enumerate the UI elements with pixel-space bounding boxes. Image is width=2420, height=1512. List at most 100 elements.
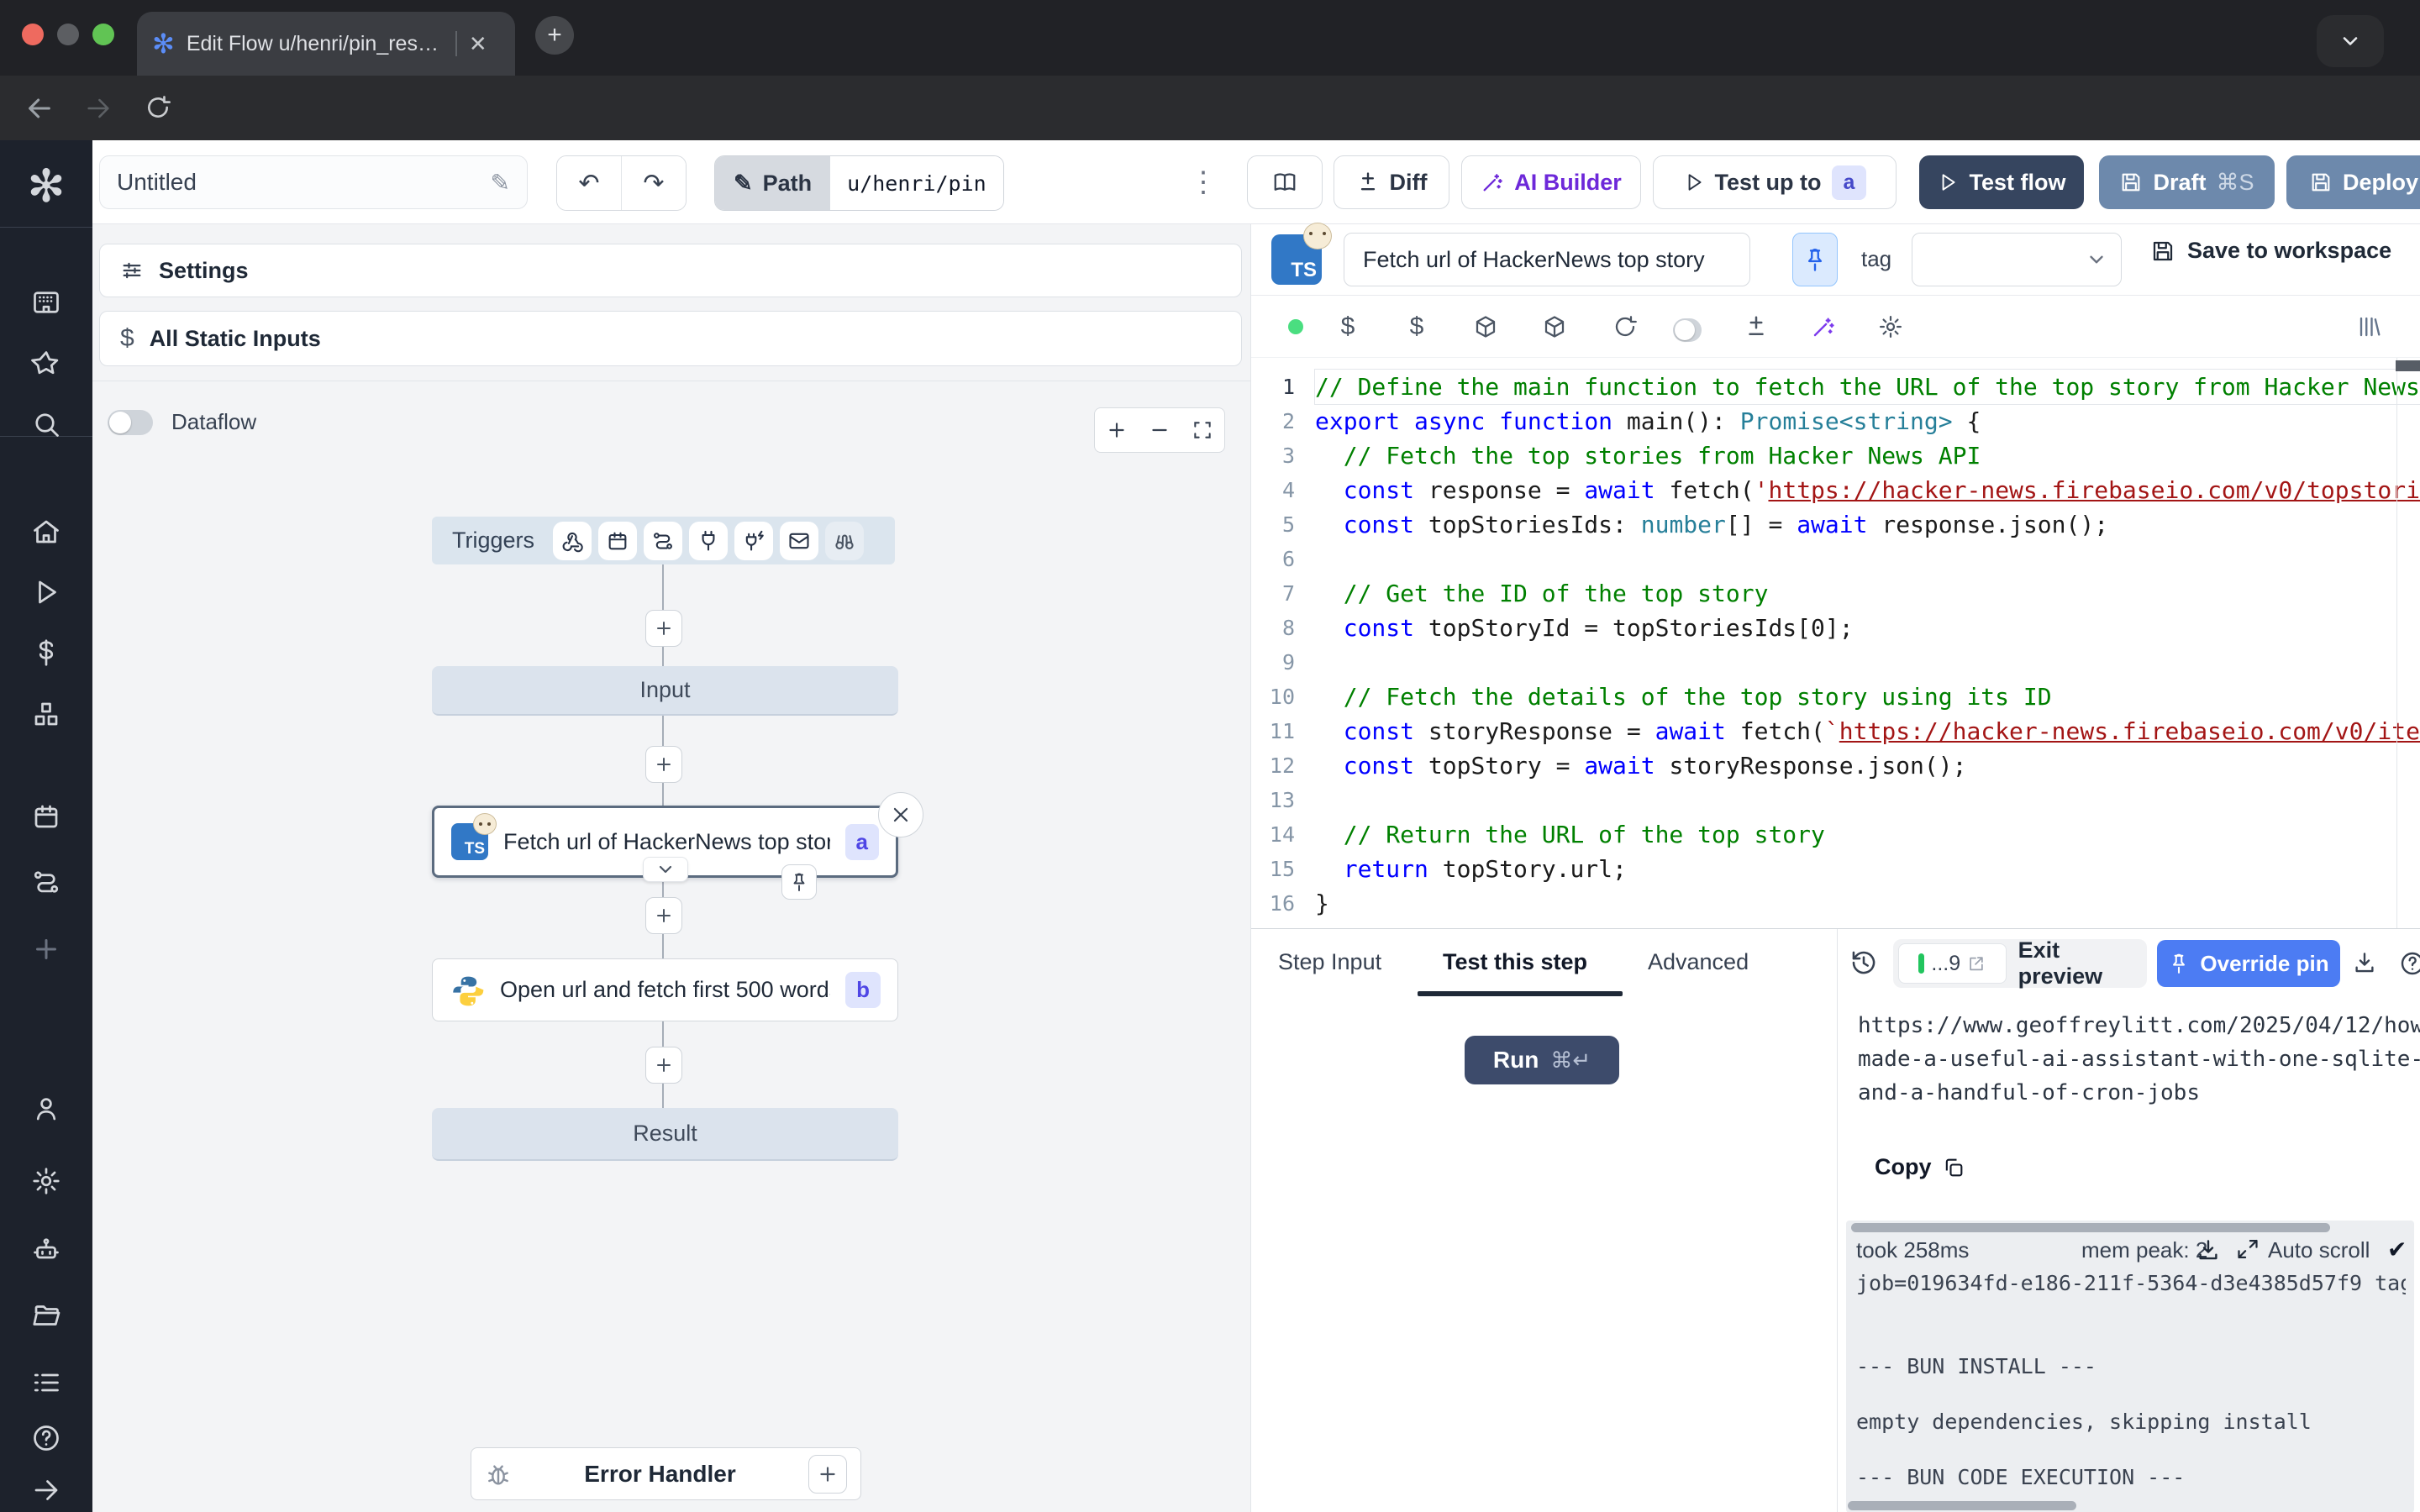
history-icon[interactable] xyxy=(1849,948,1878,977)
code-line[interactable]: 5 const topStoriesIds: number[] = await … xyxy=(1251,507,2420,542)
tab-advanced[interactable]: Advanced xyxy=(1648,949,1749,975)
log-scrollbar-horizontal[interactable] xyxy=(1848,1501,2076,1510)
sidebar-item-search[interactable] xyxy=(28,406,65,443)
auto-scroll-checkbox[interactable]: ✔ xyxy=(2387,1236,2407,1263)
sidebar-item-variables[interactable] xyxy=(28,634,65,671)
sidebar-item-add[interactable] xyxy=(28,931,65,968)
editor-toggle[interactable] xyxy=(1673,316,1702,344)
code-line[interactable]: 1// Define the main function to fetch th… xyxy=(1251,370,2420,404)
result-node[interactable]: Result xyxy=(432,1108,898,1161)
code-line[interactable]: 6 xyxy=(1251,542,2420,576)
collapse-step-icon[interactable] xyxy=(643,857,688,882)
insert-step-button[interactable] xyxy=(645,1047,682,1084)
job-badge[interactable]: ...9 xyxy=(1898,943,2007,984)
exit-preview-button[interactable]: Exit preview xyxy=(2018,937,2147,990)
window-maximize-button[interactable] xyxy=(92,24,114,45)
library-icon[interactable] xyxy=(2355,312,2384,341)
webhook-trigger-icon[interactable] xyxy=(553,522,592,560)
sidebar-item-ai[interactable] xyxy=(28,1231,65,1268)
websocket-trigger-icon[interactable] xyxy=(689,522,728,560)
sidebar-item-favorites[interactable] xyxy=(28,345,65,382)
editor-settings-icon[interactable] xyxy=(1876,312,1905,341)
tag-select[interactable] xyxy=(1912,233,2122,286)
more-options-icon[interactable]: ⋮ xyxy=(1185,162,1222,202)
tab-step-input[interactable]: Step Input xyxy=(1278,949,1381,975)
route-trigger-icon[interactable] xyxy=(644,522,682,560)
sidebar-item-schedules[interactable] xyxy=(28,798,65,835)
reload-button[interactable] xyxy=(145,94,171,121)
resources-icon[interactable]: $ xyxy=(1402,312,1431,341)
redo-button[interactable]: ↷ xyxy=(621,156,686,210)
code-line[interactable]: 12 const topStory = await storyResponse.… xyxy=(1251,748,2420,783)
path-edit-button[interactable]: ✎Path xyxy=(715,156,830,210)
tab-test-this-step[interactable]: Test this step xyxy=(1443,949,1587,975)
info-icon[interactable] xyxy=(2399,950,2420,977)
code-line[interactable]: 8 const topStoryId = topStoriesIds[0]; xyxy=(1251,611,2420,645)
draft-button[interactable]: Draft⌘S xyxy=(2099,155,2275,209)
error-handler-node[interactable]: Error Handler xyxy=(471,1447,861,1500)
kafka-trigger-icon[interactable] xyxy=(734,522,773,560)
sidebar-item-settings[interactable] xyxy=(28,1163,65,1200)
test-flow-button[interactable]: Test flow xyxy=(1919,155,2084,209)
code-editor[interactable]: 1// Define the main function to fetch th… xyxy=(1251,357,2420,929)
code-line[interactable]: 9 xyxy=(1251,645,2420,680)
variables-icon[interactable]: $ xyxy=(1334,312,1362,341)
code-line[interactable]: 16} xyxy=(1251,886,2420,921)
sidebar-item-resources[interactable] xyxy=(28,696,65,732)
code-line[interactable]: 13 xyxy=(1251,783,2420,817)
run-button[interactable]: Run⌘↵ xyxy=(1465,1036,1619,1084)
input-node[interactable]: Input xyxy=(432,666,898,716)
flow-settings-row[interactable]: Settings xyxy=(99,244,1242,297)
package-icon[interactable] xyxy=(1471,312,1500,341)
log-expand-icon[interactable] xyxy=(2236,1237,2260,1261)
browser-tab[interactable]: ✻ Edit Flow u/henri/pin_results ✕ xyxy=(137,12,515,76)
window-close-button[interactable] xyxy=(22,24,44,45)
code-line[interactable]: 14 // Return the URL of the top story xyxy=(1251,817,2420,852)
external-link-icon[interactable] xyxy=(1967,954,1986,973)
code-line[interactable]: 10 // Fetch the details of the top story… xyxy=(1251,680,2420,714)
insert-step-button[interactable] xyxy=(645,746,682,783)
code-line[interactable]: 11 const storyResponse = await fetch(`ht… xyxy=(1251,714,2420,748)
sidebar-item-home[interactable] xyxy=(28,513,65,550)
code-line[interactable]: 3 // Fetch the top stories from Hacker N… xyxy=(1251,438,2420,473)
ai-builder-button[interactable]: AI Builder xyxy=(1461,155,1641,209)
sidebar-item-expand[interactable] xyxy=(28,1472,65,1509)
new-tab-button[interactable]: + xyxy=(535,16,574,55)
path-value[interactable]: u/henri/pin xyxy=(830,156,1003,210)
flow-step-b[interactable]: Open url and fetch first 500 words of ..… xyxy=(432,958,898,1021)
dataflow-toggle[interactable] xyxy=(108,410,153,435)
code-line[interactable]: 15 return topStory.url; xyxy=(1251,852,2420,886)
windmill-logo[interactable]: ✻ xyxy=(0,164,92,209)
test-up-to-button[interactable]: Test up toa xyxy=(1653,155,1897,209)
forward-button[interactable] xyxy=(84,94,113,123)
email-trigger-icon[interactable] xyxy=(780,522,818,560)
result-url[interactable]: https://www.geoffreylitt.com/2025/04/12/… xyxy=(1858,1009,2420,1110)
poll-trigger-icon[interactable] xyxy=(825,522,864,560)
save-to-workspace-button[interactable]: Save to workspace xyxy=(2150,238,2391,264)
sidebar-item-users[interactable] xyxy=(28,1090,65,1127)
package-icon[interactable] xyxy=(1540,312,1569,341)
copy-button[interactable]: Copy xyxy=(1875,1154,1965,1180)
sidebar-item-audit-logs[interactable] xyxy=(28,1364,65,1401)
tab-close-icon[interactable]: ✕ xyxy=(469,33,487,55)
sidebar-item-apps[interactable] xyxy=(28,284,65,321)
code-line[interactable]: 2export async function main(): Promise<s… xyxy=(1251,404,2420,438)
insert-step-button[interactable] xyxy=(645,610,682,647)
log-download-icon[interactable] xyxy=(2196,1237,2221,1263)
pinned-step-icon[interactable] xyxy=(781,864,817,900)
sidebar-item-help[interactable] xyxy=(28,1420,65,1457)
add-error-handler-button[interactable] xyxy=(808,1455,847,1494)
remove-step-button[interactable] xyxy=(878,792,923,837)
code-line[interactable]: 4 const response = await fetch('https://… xyxy=(1251,473,2420,507)
sidebar-item-folders[interactable] xyxy=(28,1297,65,1334)
zoom-out-icon[interactable] xyxy=(1149,419,1171,441)
diff-icon[interactable] xyxy=(1742,312,1770,341)
schedule-trigger-icon[interactable] xyxy=(598,522,637,560)
undo-button[interactable]: ↶ xyxy=(557,156,621,210)
flow-name-input[interactable]: Untitled ✎ xyxy=(99,155,528,209)
deploy-button[interactable]: Deploy xyxy=(2286,155,2420,209)
sidebar-item-runs[interactable] xyxy=(28,574,65,611)
tab-search-button[interactable] xyxy=(2317,15,2384,67)
sidebar-item-flows[interactable] xyxy=(28,864,65,900)
zoom-in-icon[interactable] xyxy=(1106,419,1128,441)
